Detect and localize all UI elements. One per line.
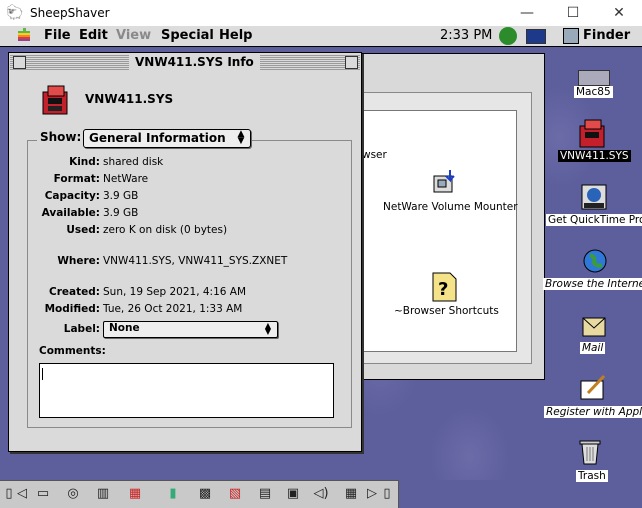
label-popup-value: None	[109, 322, 140, 334]
menu-bar: File Edit View Special Help 2:33 PM Find…	[0, 26, 642, 47]
format-value: NetWare	[103, 173, 149, 185]
printer-icon[interactable]: ▤	[252, 484, 278, 504]
capacity-label: Capacity:	[44, 190, 100, 202]
used-value: zero K on disk (0 bytes)	[103, 224, 228, 236]
flag-icon[interactable]	[526, 29, 546, 44]
menu-file[interactable]: File	[44, 27, 71, 45]
maximize-button[interactable]: ☐	[550, 0, 596, 26]
comments-label: Comments:	[39, 345, 106, 357]
location-manager-icon[interactable]: ▧	[222, 484, 248, 504]
available-label: Available:	[41, 207, 100, 219]
resolution-icon[interactable]: ▩	[192, 484, 218, 504]
quicktime-icon[interactable]	[580, 183, 608, 211]
tree-icon[interactable]	[499, 27, 517, 45]
remote-access-icon[interactable]: ▣	[280, 484, 306, 504]
netware-mounter-label[interactable]: NetWare Volume Mounter	[383, 201, 518, 213]
label-label: Label:	[63, 323, 100, 335]
show-popup[interactable]: General Information ▲ ▼	[83, 129, 251, 148]
control-strip-tab-icon[interactable]: ▯	[380, 484, 394, 504]
help-document-icon[interactable]: ?	[430, 272, 458, 302]
text-cursor	[42, 368, 43, 380]
control-strip: ▯ ◁ ▭ ◎ ▥ ▦ ▮ ▩ ▧ ▤ ▣ ◁) ▦ ▷ ▯	[0, 480, 399, 508]
close-button[interactable]: ✕	[596, 0, 642, 26]
globe-icon[interactable]	[578, 247, 608, 275]
kind-label: Kind:	[69, 156, 100, 168]
used-label: Used:	[66, 224, 100, 236]
collapse-box-icon[interactable]	[345, 56, 358, 69]
apple-menu-icon[interactable]	[16, 27, 32, 43]
host-titlebar: 🐑 SheepShaver — ☐ ✕	[0, 0, 642, 27]
mail-icon[interactable]	[580, 312, 608, 340]
where-value: VNW411.SYS, VNW411_SYS.ZXNET	[103, 255, 288, 267]
sound-volume-icon[interactable]: ◁)	[308, 484, 334, 504]
menu-special[interactable]: Special	[161, 27, 214, 45]
available-value: 3.9 GB	[103, 207, 139, 219]
hard-disk-icon[interactable]	[578, 70, 610, 86]
desktop-icon-vnw411[interactable]: VNW411.SYS	[558, 150, 631, 162]
popup-arrows-icon: ▲ ▼	[237, 129, 245, 146]
desktop-icon-quicktime[interactable]: Get QuickTime Pro	[546, 214, 642, 226]
minimize-button[interactable]: —	[504, 0, 550, 26]
label-popup[interactable]: None ▲ ▼	[103, 321, 278, 338]
show-popup-value: General Information	[89, 131, 226, 145]
finder-icon	[563, 28, 579, 44]
svg-text:?: ?	[438, 279, 448, 300]
desktop-icon-mail[interactable]: Mail	[580, 342, 606, 354]
trash-icon[interactable]	[578, 438, 602, 466]
background-window-partial-text: wser	[362, 149, 387, 161]
desktop-icon-browse-internet[interactable]: Browse the Internet	[543, 278, 642, 290]
netware-volume-icon[interactable]	[578, 119, 608, 149]
comments-field[interactable]	[39, 363, 334, 418]
menu-help[interactable]: Help	[219, 27, 252, 45]
where-label: Where:	[57, 255, 100, 267]
capacity-value: 3.9 GB	[103, 190, 139, 202]
host-window-title: SheepShaver	[30, 6, 110, 20]
scroll-right-icon[interactable]: ▷	[366, 484, 378, 504]
desktop-icon-trash[interactable]: Trash	[576, 470, 608, 482]
cd-icon[interactable]: ◎	[60, 484, 86, 504]
menu-clock[interactable]: 2:33 PM	[440, 27, 492, 45]
browser-shortcuts-label[interactable]: ~Browser Shortcuts	[394, 305, 499, 317]
format-label: Format:	[53, 173, 100, 185]
close-box-icon[interactable]	[13, 56, 26, 69]
info-window-title: VNW411.SYS Info	[129, 54, 260, 70]
control-strip-collapse-icon[interactable]: ▯	[2, 484, 16, 504]
desktop-icon-mac85[interactable]: Mac85	[574, 86, 613, 98]
menu-view[interactable]: View	[116, 27, 151, 45]
menu-edit[interactable]: Edit	[79, 27, 108, 45]
color-depth-icon[interactable]: ▮	[160, 484, 186, 504]
web-sharing-icon[interactable]: ▦	[338, 484, 364, 504]
created-label: Created:	[49, 286, 100, 298]
modified-value: Tue, 26 Oct 2021, 1:33 AM	[103, 303, 243, 315]
desktop-icon-register[interactable]: Register with Apple	[544, 406, 642, 418]
register-icon[interactable]	[578, 373, 608, 403]
kind-value: shared disk	[103, 156, 164, 168]
scroll-left-icon[interactable]: ◁	[16, 484, 28, 504]
modified-label: Modified:	[44, 303, 100, 315]
monitor-icon[interactable]: ▭	[30, 484, 56, 504]
item-name: VNW411.SYS	[85, 92, 174, 106]
popup-arrows-icon: ▲ ▼	[264, 321, 272, 336]
appletalk-icon[interactable]: ▦	[122, 484, 148, 504]
file-sharing-icon[interactable]: ▥	[90, 484, 116, 504]
created-value: Sun, 19 Sep 2021, 4:16 AM	[103, 286, 247, 298]
show-label: Show:	[37, 130, 85, 144]
menu-application[interactable]: Finder	[583, 27, 630, 45]
netware-volume-icon	[40, 84, 72, 116]
netware-mounter-icon[interactable]	[430, 168, 458, 196]
sheep-icon: 🐑	[6, 5, 24, 21]
